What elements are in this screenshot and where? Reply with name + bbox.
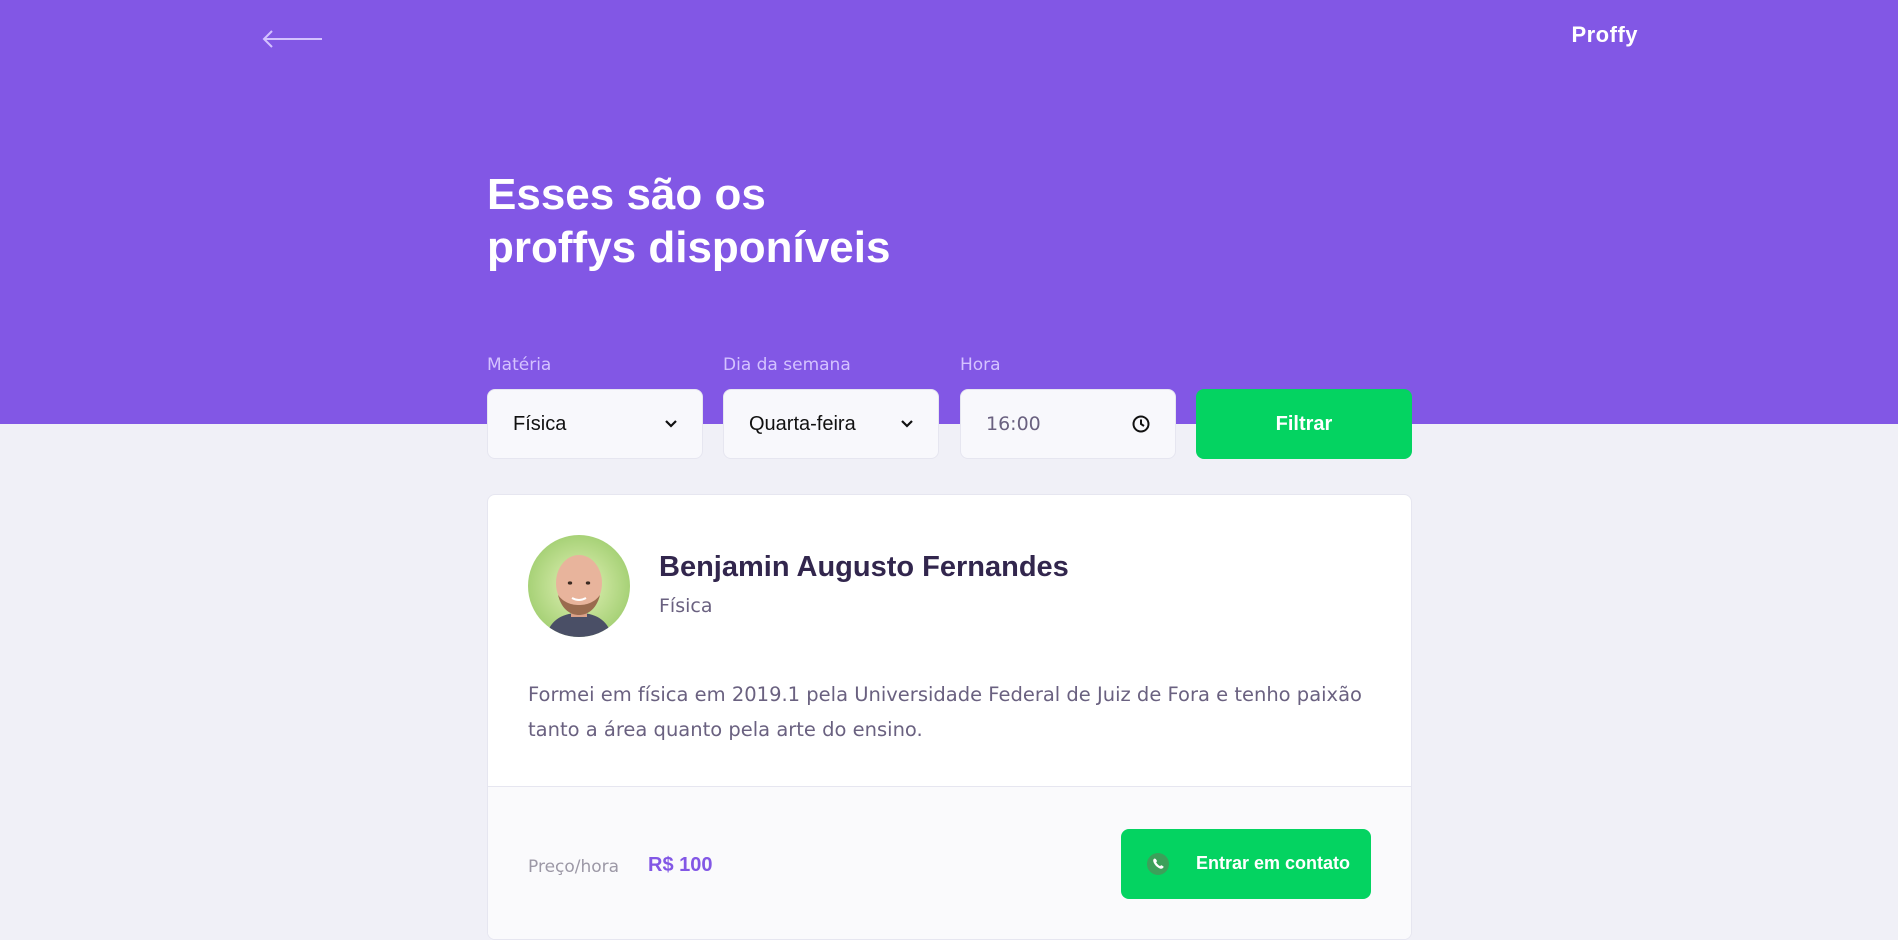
teacher-name: Benjamin Augusto Fernandes [659, 551, 1069, 583]
teacher-card-footer: Preço/hora R$ 100 Entrar em contato [488, 786, 1411, 939]
avatar [528, 535, 630, 637]
subject-select-value: Física [513, 412, 567, 435]
subject-filter: Matéria Física [487, 354, 703, 459]
time-filter-label: Hora [960, 355, 1001, 375]
back-link[interactable] [262, 24, 324, 54]
weekday-filter-label: Dia da semana [723, 355, 851, 375]
whatsapp-icon [1146, 852, 1170, 876]
teacher-bio: Formei em física em 2019.1 pela Universi… [528, 683, 1362, 741]
chevron-down-icon [664, 419, 678, 429]
weekday-filter: Dia da semana Quarta-feira [723, 354, 939, 459]
contact-button[interactable]: Entrar em contato [1121, 829, 1371, 899]
time-input-value: 16:00 [986, 413, 1041, 435]
weekday-select[interactable]: Quarta-feira [723, 389, 939, 459]
subject-select[interactable]: Física [487, 389, 703, 459]
teacher-card: Benjamin Augusto Fernandes Física Formei… [487, 494, 1412, 940]
price-value: R$ 100 [648, 854, 713, 876]
time-filter: Hora 16:00 [960, 354, 1176, 459]
page-title-line-1: Esses são os [487, 170, 766, 219]
page-title-line-2: proffys disponíveis [487, 223, 891, 272]
filter-submit-button[interactable]: Filtrar [1196, 389, 1412, 459]
teacher-subject: Física [659, 595, 713, 617]
subject-filter-label: Matéria [487, 355, 552, 375]
weekday-select-value: Quarta-feira [749, 412, 856, 435]
arrow-left-icon [262, 24, 324, 54]
clock-icon[interactable] [1131, 414, 1151, 434]
time-input[interactable]: 16:00 [960, 389, 1176, 459]
price-label: Preço/hora [528, 857, 620, 877]
contact-button-label: Entrar em contato [1196, 853, 1351, 873]
chevron-down-icon [900, 419, 914, 429]
page-title: Esses são os proffys disponíveis [487, 168, 1007, 274]
logo: Proffy [1571, 22, 1638, 47]
